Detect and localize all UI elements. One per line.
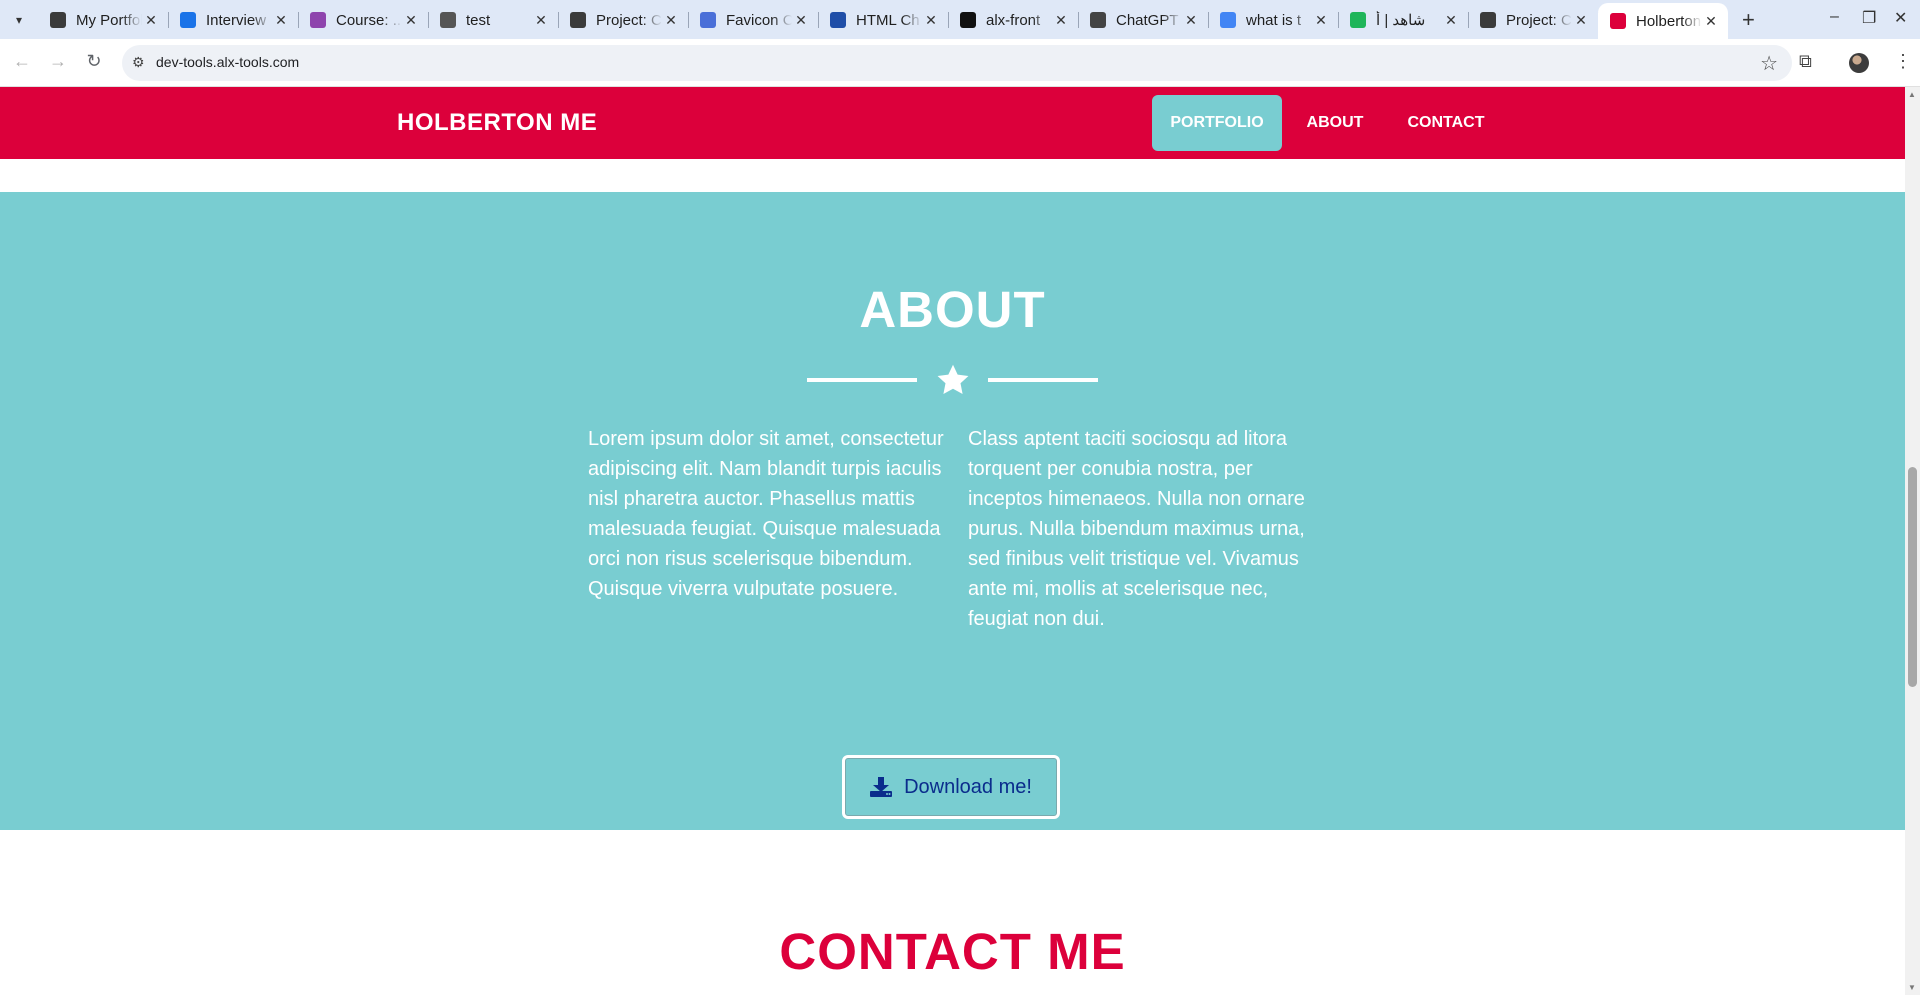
- tab-title: Project: C: [596, 11, 662, 29]
- close-window-icon[interactable]: ✕: [1894, 8, 1907, 28]
- profile-avatar[interactable]: [1849, 53, 1869, 73]
- browser-toolbar: ← → ↻ ⚙ dev-tools.alx-tools.com ☆ ⧉ ⋮: [0, 39, 1920, 87]
- tab-title: My Portfolio: [76, 11, 142, 29]
- browser-tab[interactable]: Favicon C ✕: [688, 6, 819, 34]
- url-text[interactable]: dev-tools.alx-tools.com: [156, 54, 299, 70]
- tab-title: Favicon C: [726, 11, 792, 29]
- tab-strip: ▾ My Portfolio✕Interview✕Course: ...✕tes…: [0, 0, 1920, 39]
- reload-icon[interactable]: ↻: [82, 51, 106, 72]
- scroll-down-icon[interactable]: ▼: [1908, 983, 1916, 992]
- tab-title: شاهد | أ: [1376, 12, 1426, 29]
- scroll-up-icon[interactable]: ▲: [1908, 90, 1916, 99]
- restore-icon[interactable]: ❐: [1862, 8, 1876, 28]
- tab-title: alx-front: [986, 11, 1041, 29]
- nav-portfolio[interactable]: PORTFOLIO: [1152, 95, 1282, 151]
- new-tab-icon[interactable]: +: [1742, 7, 1755, 33]
- contact-title: CONTACT ME: [779, 923, 1126, 980]
- site-info-icon[interactable]: ⚙: [132, 54, 145, 71]
- alx-icon: [570, 12, 586, 28]
- course-icon: [310, 12, 326, 28]
- close-tab-icon[interactable]: ✕: [532, 12, 550, 29]
- close-tab-icon[interactable]: ✕: [1572, 12, 1590, 29]
- chatgpt-icon: [1090, 12, 1106, 28]
- alx-icon: [1480, 12, 1496, 28]
- page-viewport: HOLBERTON ME PORTFOLIO ABOUT CONTACT ABO…: [0, 87, 1905, 995]
- browser-tab[interactable]: My Portfolio✕: [38, 6, 169, 34]
- download-button-label: Download me!: [904, 775, 1032, 798]
- extensions-icon[interactable]: ⧉: [1799, 51, 1812, 72]
- github-icon: [960, 12, 976, 28]
- html-icon: [830, 12, 846, 28]
- browser-tab[interactable]: alx-front ✕: [948, 6, 1079, 34]
- tab-title: HTML Ch: [856, 11, 920, 29]
- browser-tab[interactable]: Course: ... ✕: [298, 6, 429, 34]
- shahid-icon: [1350, 12, 1366, 28]
- nav-about[interactable]: ABOUT: [1294, 95, 1376, 151]
- bookmark-star-icon[interactable]: ☆: [1760, 51, 1778, 76]
- about-text-right: Class aptent taciti sociosqu ad litora t…: [968, 428, 1305, 630]
- address-bar[interactable]: ⚙ dev-tools.alx-tools.com ☆: [122, 45, 1792, 81]
- close-tab-icon[interactable]: ✕: [1052, 12, 1070, 29]
- close-tab-icon[interactable]: ✕: [1442, 12, 1460, 29]
- star-icon: [937, 364, 969, 394]
- close-tab-icon[interactable]: ✕: [402, 12, 420, 29]
- browser-tab[interactable]: Project: C ✕: [558, 6, 689, 34]
- scrollbar-thumb[interactable]: [1908, 467, 1917, 687]
- close-tab-icon[interactable]: ✕: [1182, 12, 1200, 29]
- close-tab-icon[interactable]: ✕: [272, 12, 290, 29]
- r-icon: [700, 12, 716, 28]
- close-tab-icon[interactable]: ✕: [142, 12, 160, 29]
- browser-tab[interactable]: ChatGPT ✕: [1078, 6, 1209, 34]
- holberton-icon: [1610, 13, 1626, 29]
- about-text-left: Lorem ipsum dolor sit amet, consectetur …: [588, 428, 944, 600]
- tab-title: test: [466, 11, 491, 29]
- close-tab-icon[interactable]: ✕: [1702, 13, 1720, 30]
- close-tab-icon[interactable]: ✕: [792, 12, 810, 29]
- tab-title: Holberton: [1636, 12, 1702, 30]
- download-button[interactable]: Download me!: [842, 755, 1060, 819]
- browser-tab[interactable]: Project: C ✕: [1468, 6, 1599, 34]
- close-tab-icon[interactable]: ✕: [922, 12, 940, 29]
- site-navbar: HOLBERTON ME PORTFOLIO ABOUT CONTACT: [0, 87, 1905, 159]
- globe-icon: [440, 12, 456, 28]
- browser-tab[interactable]: شاهد | أ ✕: [1338, 6, 1469, 34]
- browser-tab[interactable]: Interview ✕: [168, 6, 299, 34]
- about-title: ABOUT: [859, 281, 1046, 338]
- browser-tab[interactable]: HTML Ch ✕: [818, 6, 949, 34]
- close-tab-icon[interactable]: ✕: [662, 12, 680, 29]
- c-icon: [180, 12, 196, 28]
- tab-title: Project: C: [1506, 11, 1572, 29]
- download-icon: [870, 777, 893, 797]
- tab-title: Interview: [206, 11, 267, 29]
- close-tab-icon[interactable]: ✕: [1312, 12, 1330, 29]
- about-section: ABOUT Lorem ipsum dolor sit amet, consec…: [0, 192, 1905, 830]
- tab-title: what is t: [1246, 11, 1302, 29]
- divider-line-right: [988, 378, 1098, 382]
- minimize-icon[interactable]: –: [1830, 8, 1839, 26]
- menu-icon[interactable]: ⋮: [1894, 51, 1912, 72]
- back-icon[interactable]: ←: [10, 51, 34, 72]
- alx-icon: [50, 12, 66, 28]
- forward-icon[interactable]: →: [46, 51, 70, 72]
- tab-search-icon[interactable]: ▾: [8, 9, 30, 31]
- browser-tab[interactable]: test ✕: [428, 6, 559, 34]
- nav-contact[interactable]: CONTACT: [1396, 95, 1496, 151]
- site-brand[interactable]: HOLBERTON ME: [397, 109, 597, 137]
- divider-line-left: [807, 378, 917, 382]
- browser-tab[interactable]: Holberton ✕: [1598, 3, 1728, 39]
- tab-title: Course: ...: [336, 11, 402, 29]
- tab-title: ChatGPT: [1116, 11, 1179, 29]
- page-scrollbar[interactable]: ▲ ▼: [1905, 87, 1920, 995]
- browser-tab[interactable]: what is t ✕: [1208, 6, 1339, 34]
- google-icon: [1220, 12, 1236, 28]
